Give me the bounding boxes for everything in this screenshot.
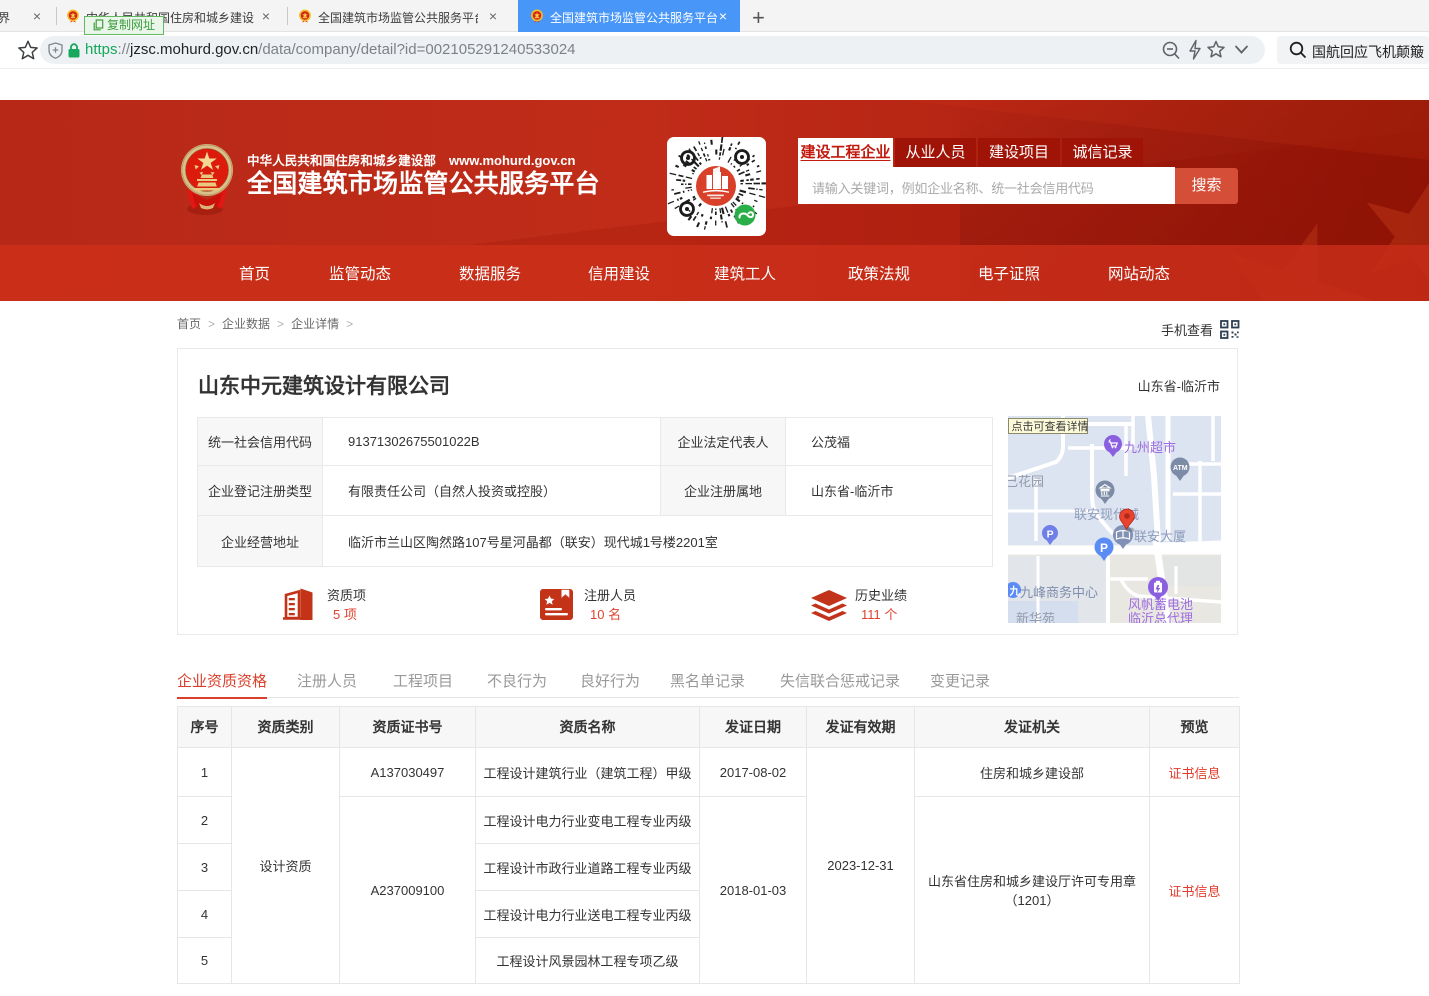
svg-text:P: P	[1047, 529, 1054, 541]
svg-text:己花园: 己花园	[1008, 474, 1044, 489]
svg-text:P: P	[1100, 541, 1108, 555]
svg-text:临沂总代理: 临沂总代理	[1128, 611, 1193, 623]
svg-text:ATM: ATM	[1173, 465, 1188, 472]
svg-text:九州超市: 九州超市	[1124, 440, 1176, 455]
svg-text:风帆蓄电池: 风帆蓄电池	[1128, 597, 1193, 612]
svg-text:新华苑: 新华苑	[1016, 611, 1055, 623]
svg-text:九: 九	[1009, 585, 1021, 598]
svg-text:联安大厦: 联安大厦	[1134, 529, 1186, 544]
svg-text:九峰商务中心: 九峰商务中心	[1020, 585, 1098, 600]
svg-text:点击可查看详情: 点击可查看详情	[1012, 419, 1089, 433]
